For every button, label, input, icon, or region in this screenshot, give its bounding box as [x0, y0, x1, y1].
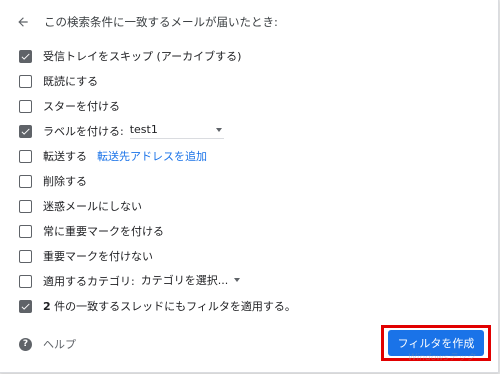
- option-never-important[interactable]: 重要マークを付けない: [19, 247, 153, 265]
- matching-count: 2: [43, 300, 51, 313]
- option-apply-existing[interactable]: 2 件の一致するスレッドにもフィルタを適用する。: [19, 297, 296, 315]
- option-forward[interactable]: 転送する 転送先アドレスを追加: [19, 147, 207, 165]
- apply-label-label: ラベルを付ける:: [43, 125, 124, 138]
- mark-read-label: 既読にする: [43, 75, 99, 88]
- option-star[interactable]: スターを付ける: [19, 97, 120, 115]
- option-never-spam[interactable]: 迷惑メールにしない: [19, 197, 142, 215]
- always-important-label: 常に重要マークを付ける: [43, 225, 164, 238]
- help-link[interactable]: ? ヘルプ: [19, 336, 76, 352]
- delete-label: 削除する: [43, 175, 87, 188]
- forward-checkbox[interactable]: [19, 149, 32, 163]
- label-select-value: test1: [129, 123, 158, 136]
- option-delete[interactable]: 削除する: [19, 172, 87, 190]
- mark-read-checkbox[interactable]: [19, 74, 32, 88]
- label-select[interactable]: test1: [129, 123, 224, 139]
- skip-inbox-label: 受信トレイをスキップ (アーカイブする): [43, 50, 242, 63]
- dropdown-caret-icon: [234, 278, 241, 282]
- dropdown-caret-icon: [215, 127, 222, 132]
- apply-label-checkbox[interactable]: [19, 124, 32, 138]
- option-apply-label[interactable]: ラベルを付ける: test1: [19, 122, 224, 140]
- apply-existing-label: 2 件の一致するスレッドにもフィルタを適用する。: [43, 298, 296, 314]
- option-always-important[interactable]: 常に重要マークを付ける: [19, 222, 164, 240]
- category-select-value: カテゴリを選択...: [140, 274, 229, 287]
- filter-dialog: この検索条件に一致するメールが届いたとき: 受信トレイをスキップ (アーカイブす…: [0, 0, 499, 373]
- category-label: 適用するカテゴリ:: [43, 275, 135, 288]
- option-skip-inbox[interactable]: 受信トレイをスキップ (アーカイブする): [19, 47, 241, 65]
- help-label: ヘルプ: [43, 338, 76, 351]
- criteria-heading: この検索条件に一致するメールが届いたとき:: [44, 15, 278, 29]
- delete-checkbox[interactable]: [19, 174, 32, 188]
- apply-existing-text: 件の一致するスレッドにもフィルタを適用する。: [50, 300, 296, 313]
- skip-inbox-checkbox[interactable]: [19, 49, 32, 63]
- dialog-header: この検索条件に一致するメールが届いたとき:: [14, 10, 278, 34]
- apply-existing-checkbox[interactable]: [19, 299, 32, 313]
- back-arrow-icon[interactable]: [14, 13, 32, 31]
- never-important-label: 重要マークを付けない: [43, 250, 153, 263]
- never-spam-label: 迷惑メールにしない: [43, 200, 142, 213]
- option-mark-read[interactable]: 既読にする: [19, 72, 98, 90]
- always-important-checkbox[interactable]: [19, 224, 32, 238]
- help-icon: ?: [19, 337, 32, 351]
- never-spam-checkbox[interactable]: [19, 199, 32, 213]
- category-checkbox[interactable]: [19, 274, 32, 288]
- add-forwarding-address-link[interactable]: 転送先アドレスを追加: [97, 148, 207, 164]
- option-category[interactable]: 適用するカテゴリ: カテゴリを選択...: [19, 272, 242, 290]
- star-checkbox[interactable]: [19, 99, 32, 113]
- star-label: スターを付ける: [43, 100, 120, 113]
- category-select[interactable]: カテゴリを選択...: [141, 272, 243, 290]
- watermark: Windowsテック: [408, 353, 476, 363]
- forward-label: 転送する: [43, 150, 87, 163]
- never-important-checkbox[interactable]: [19, 249, 32, 263]
